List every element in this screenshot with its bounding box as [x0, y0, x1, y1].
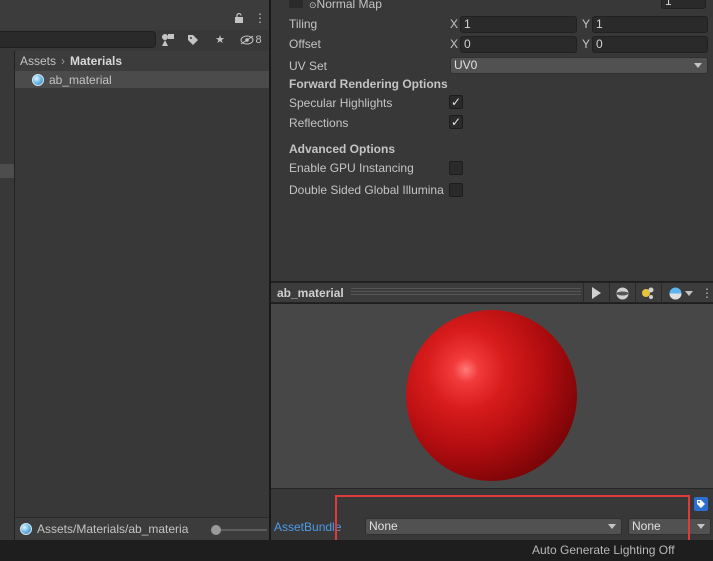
normal-map-texture-slot[interactable] [289, 0, 303, 8]
hidden-packages-count: 8 [255, 33, 262, 46]
material-preview[interactable] [271, 304, 713, 488]
tiling-y-axis-label: Y [582, 17, 591, 31]
offset-y-field[interactable]: 0 [592, 36, 708, 53]
uv-set-value: UV0 [454, 58, 478, 72]
selected-asset-path: Assets/Materials/ab_materia [37, 522, 189, 536]
offset-y-axis-label: Y [582, 37, 591, 51]
list-item[interactable]: ab_material [15, 71, 269, 88]
filter-by-label-icon[interactable] [185, 31, 201, 48]
reflections-label: Reflections [289, 116, 349, 130]
breadcrumb-materials[interactable]: Materials [70, 54, 122, 68]
offset-x-axis-label: X [450, 37, 459, 51]
preview-shape-dropdown[interactable] [661, 283, 699, 303]
tiling-y-field[interactable]: 1 [592, 16, 708, 33]
sphere-icon [669, 287, 681, 299]
normal-map-scale-field[interactable]: 1 [661, 0, 706, 9]
chevron-down-icon [684, 290, 693, 296]
breadcrumb: Assets › Materials [15, 51, 269, 71]
gpu-instancing-checkbox[interactable] [449, 161, 463, 175]
chevron-down-icon [694, 63, 702, 68]
material-icon [20, 523, 32, 535]
specular-highlights-checkbox[interactable]: ✓ [449, 95, 463, 109]
play-button[interactable] [583, 283, 608, 303]
icon-size-slider-track[interactable] [215, 529, 267, 531]
preview-header: ab_material ⋮ [271, 282, 713, 303]
tree-divider[interactable] [14, 51, 15, 540]
asset-bundle-bar: AssetBundle None None [271, 488, 713, 540]
lock-icon[interactable] [234, 13, 244, 23]
favorites-star-icon[interactable]: ★ [212, 31, 228, 48]
breadcrumb-assets[interactable]: Assets [20, 54, 56, 68]
light-icon [642, 287, 654, 299]
filter-by-type-icon[interactable] [160, 31, 176, 48]
chevron-right-icon: › [61, 54, 66, 68]
preview-resize-grip[interactable] [351, 288, 581, 297]
eye-slash-icon [240, 35, 254, 44]
lighting-status-text[interactable]: Auto Generate Lighting Off [532, 543, 675, 557]
project-panel-header: ⋮ [0, 0, 269, 30]
checkmark-icon: ✓ [450, 115, 462, 129]
normal-map-label: ⊙Normal Map [309, 0, 382, 11]
gpu-instancing-label: Enable GPU Instancing [289, 161, 414, 175]
material-icon [32, 73, 44, 86]
sphere-mesh-icon [616, 287, 628, 299]
preview-title: ab_material [277, 286, 344, 300]
asset-name: ab_material [49, 72, 112, 87]
play-icon [592, 287, 601, 299]
material-preview-sphere [406, 310, 577, 481]
double-sided-gi-checkbox[interactable] [449, 183, 463, 197]
double-sided-gi-label: Double Sided Global Illumina [289, 183, 444, 197]
kebab-menu-icon[interactable]: ⋮ [254, 12, 266, 24]
project-panel: ⋮ ★ 8 Assets › Materials ab_material Ass… [0, 0, 269, 540]
advanced-options-header: Advanced Options [289, 142, 396, 156]
preview-lights-button[interactable] [635, 283, 660, 303]
search-input[interactable] [0, 31, 156, 48]
folder-tree[interactable] [0, 51, 14, 540]
selected-asset-path-bar: Assets/Materials/ab_materia [15, 517, 269, 540]
preview-mesh-button[interactable] [609, 283, 634, 303]
forward-rendering-header: Forward Rendering Options [289, 77, 448, 91]
asset-bundle-variant-value: None [632, 519, 661, 533]
tiling-x-axis-label: X [450, 17, 459, 31]
uv-set-dropdown[interactable]: UV0 [450, 57, 708, 74]
reflections-checkbox[interactable]: ✓ [449, 115, 463, 129]
asset-bundle-value: None [369, 519, 398, 533]
folder-tree-selected-row[interactable] [0, 164, 14, 178]
offset-x-field[interactable]: 0 [460, 36, 577, 53]
chevron-down-icon [608, 524, 616, 529]
tiling-x-field[interactable]: 1 [460, 16, 577, 33]
object-picker-icon[interactable]: ⊙ [309, 0, 317, 10]
chevron-down-icon [697, 524, 705, 529]
icon-size-slider-thumb[interactable] [211, 525, 221, 535]
uv-set-label: UV Set [289, 59, 328, 73]
status-bar: Auto Generate Lighting Off [0, 540, 713, 561]
offset-label: Offset [289, 37, 321, 51]
asset-bundle-label: AssetBundle [274, 520, 342, 534]
material-inspector: ⊙Normal Map 1 Tiling X 1 Y 1 Offset X 0 … [271, 0, 713, 281]
specular-highlights-label: Specular Highlights [289, 96, 393, 110]
kebab-menu-icon[interactable]: ⋮ [701, 286, 713, 300]
label-tag-icon[interactable] [694, 497, 708, 511]
asset-bundle-variant-dropdown[interactable]: None [628, 518, 711, 535]
asset-bundle-dropdown[interactable]: None [365, 518, 622, 535]
hidden-packages-toggle[interactable]: 8 [236, 31, 266, 48]
tiling-label: Tiling [289, 17, 318, 31]
checkmark-icon: ✓ [450, 95, 462, 109]
